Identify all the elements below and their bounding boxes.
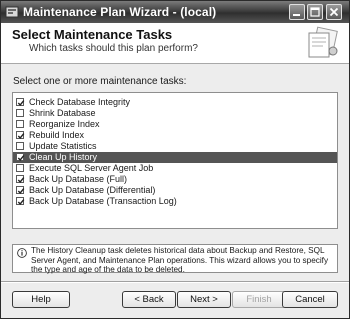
checkmark-icon [17, 177, 25, 184]
checkmark-icon [17, 155, 25, 162]
task-label: Reorganize Index [29, 119, 100, 129]
task-description-text: The History Cleanup task deletes histori… [31, 246, 329, 274]
task-label: Execute SQL Server Agent Job [29, 163, 154, 173]
finish-button[interactable]: Finish [232, 291, 286, 308]
task-checkbox[interactable] [16, 153, 25, 162]
task-checkbox[interactable] [16, 120, 24, 128]
checkmark-icon [17, 100, 25, 107]
task-label: Back Up Database (Transaction Log) [29, 196, 177, 206]
task-item[interactable]: Reorganize Index [13, 119, 337, 130]
window-title: Maintenance Plan Wizard - (local) [23, 5, 217, 19]
task-checkbox[interactable] [16, 197, 25, 206]
wizard-app-icon [5, 5, 19, 19]
task-item[interactable]: Execute SQL Server Agent Job [13, 163, 337, 174]
checkmark-icon [17, 133, 25, 140]
task-description-box: The History Cleanup task deletes histori… [12, 244, 338, 274]
back-button[interactable]: < Back [122, 291, 176, 308]
task-checkbox[interactable] [16, 131, 25, 140]
task-checkbox[interactable] [16, 142, 24, 150]
task-checkbox[interactable] [16, 109, 24, 117]
title-bar[interactable]: Maintenance Plan Wizard - (local) [1, 1, 349, 23]
page-subtitle: Which tasks should this plan perform? [29, 43, 198, 54]
task-item[interactable]: Update Statistics [13, 141, 337, 152]
close-button[interactable] [326, 4, 342, 20]
task-label: Back Up Database (Full) [29, 174, 128, 184]
task-label: Rebuild Index [29, 130, 85, 140]
task-item[interactable]: Clean Up History [13, 152, 337, 163]
next-button[interactable]: Next > [177, 291, 231, 308]
task-checkbox[interactable] [16, 175, 25, 184]
task-label: Clean Up History [29, 152, 98, 162]
task-checkbox[interactable] [16, 164, 24, 172]
maximize-button[interactable] [307, 4, 323, 20]
maximize-icon [310, 7, 320, 17]
button-separator [1, 281, 349, 283]
task-item[interactable]: Shrink Database [13, 108, 337, 119]
page-title: Select Maintenance Tasks [12, 27, 173, 42]
task-checkbox[interactable] [16, 98, 25, 107]
task-label: Check Database Integrity [29, 97, 131, 107]
task-label: Shrink Database [29, 108, 96, 118]
task-item[interactable]: Back Up Database (Differential) [13, 185, 337, 196]
wizard-graphic [308, 26, 338, 58]
wizard-header: Select Maintenance Tasks Which tasks sho… [1, 23, 349, 64]
task-item[interactable]: Check Database Integrity [13, 97, 337, 108]
checkmark-icon [17, 188, 25, 195]
task-item[interactable]: Back Up Database (Full) [13, 174, 337, 185]
help-button[interactable]: Help [12, 291, 70, 308]
task-list[interactable]: Check Database Integrity Shrink Database R… [12, 92, 338, 229]
checkmark-icon [17, 199, 25, 206]
wizard-window: Maintenance Plan Wizard - (local) Select… [0, 0, 350, 319]
task-item[interactable]: Rebuild Index [13, 130, 337, 141]
task-label: Update Statistics [29, 141, 97, 151]
task-label: Back Up Database (Differential) [29, 185, 156, 195]
minimize-button[interactable] [289, 4, 305, 20]
cancel-button[interactable]: Cancel [282, 291, 338, 308]
minimize-icon [293, 14, 300, 16]
info-icon [17, 248, 27, 258]
task-checkbox[interactable] [16, 186, 25, 195]
close-icon [329, 7, 339, 17]
task-list-prompt: Select one or more maintenance tasks: [13, 76, 187, 87]
task-item[interactable]: Back Up Database (Transaction Log) [13, 196, 337, 207]
